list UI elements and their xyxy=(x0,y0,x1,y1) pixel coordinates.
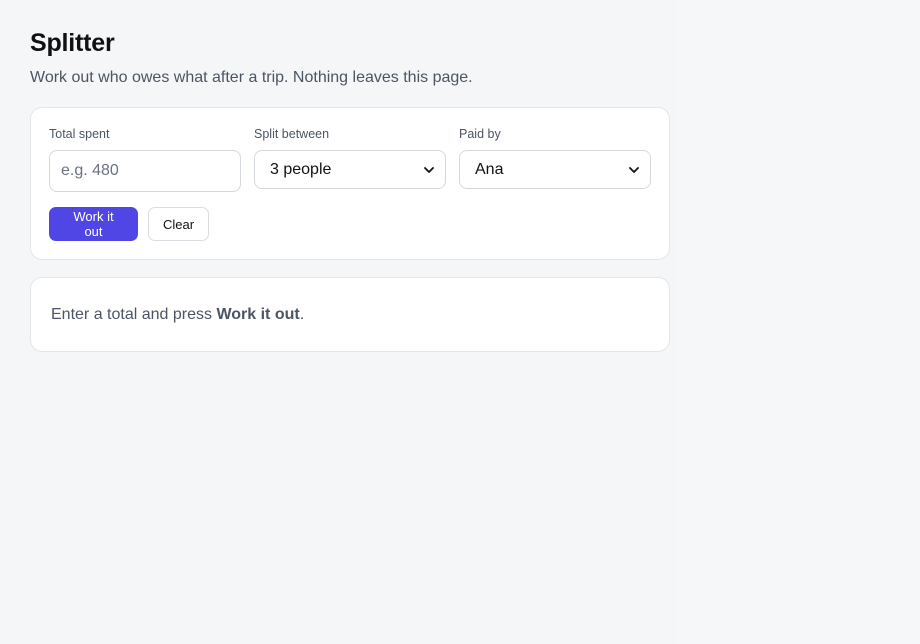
total-spent-input[interactable] xyxy=(49,150,241,192)
result-prefix: Enter a total and press xyxy=(51,305,217,323)
page-subtitle: Work out who owes what after a trip. Not… xyxy=(30,69,473,86)
split-between-select[interactable]: 3 people xyxy=(254,150,446,189)
paid-by-field: Paid by Ana xyxy=(459,126,651,192)
action-buttons: Work it out Clear xyxy=(49,207,651,241)
split-between-value: 3 people xyxy=(270,160,332,178)
total-spent-label: Total spent xyxy=(49,127,110,141)
paid-by-value: Ana xyxy=(475,160,504,178)
side-panel xyxy=(676,0,920,644)
clear-button[interactable]: Clear xyxy=(148,207,209,241)
splitter-app: Splitter Work out who owes what after a … xyxy=(30,26,670,352)
result-message: Enter a total and press Work it out. xyxy=(51,306,304,324)
paid-by-select[interactable]: Ana xyxy=(459,150,651,189)
result-emphasis: Work it out xyxy=(216,305,300,323)
work-it-out-button[interactable]: Work it out xyxy=(49,207,138,241)
chevron-down-icon xyxy=(628,164,640,176)
result-suffix: . xyxy=(299,305,305,323)
split-between-label: Split between xyxy=(254,127,330,141)
paid-by-label: Paid by xyxy=(459,127,501,141)
result-card: Enter a total and press Work it out. xyxy=(30,277,670,352)
split-between-field: Split between 3 people xyxy=(254,126,446,192)
page-title: Splitter xyxy=(30,29,115,57)
input-card: Total spent Split between 3 people Paid … xyxy=(30,107,670,260)
total-spent-field: Total spent xyxy=(49,126,241,192)
field-row: Total spent Split between 3 people Paid … xyxy=(49,126,651,192)
chevron-down-icon xyxy=(423,164,435,176)
